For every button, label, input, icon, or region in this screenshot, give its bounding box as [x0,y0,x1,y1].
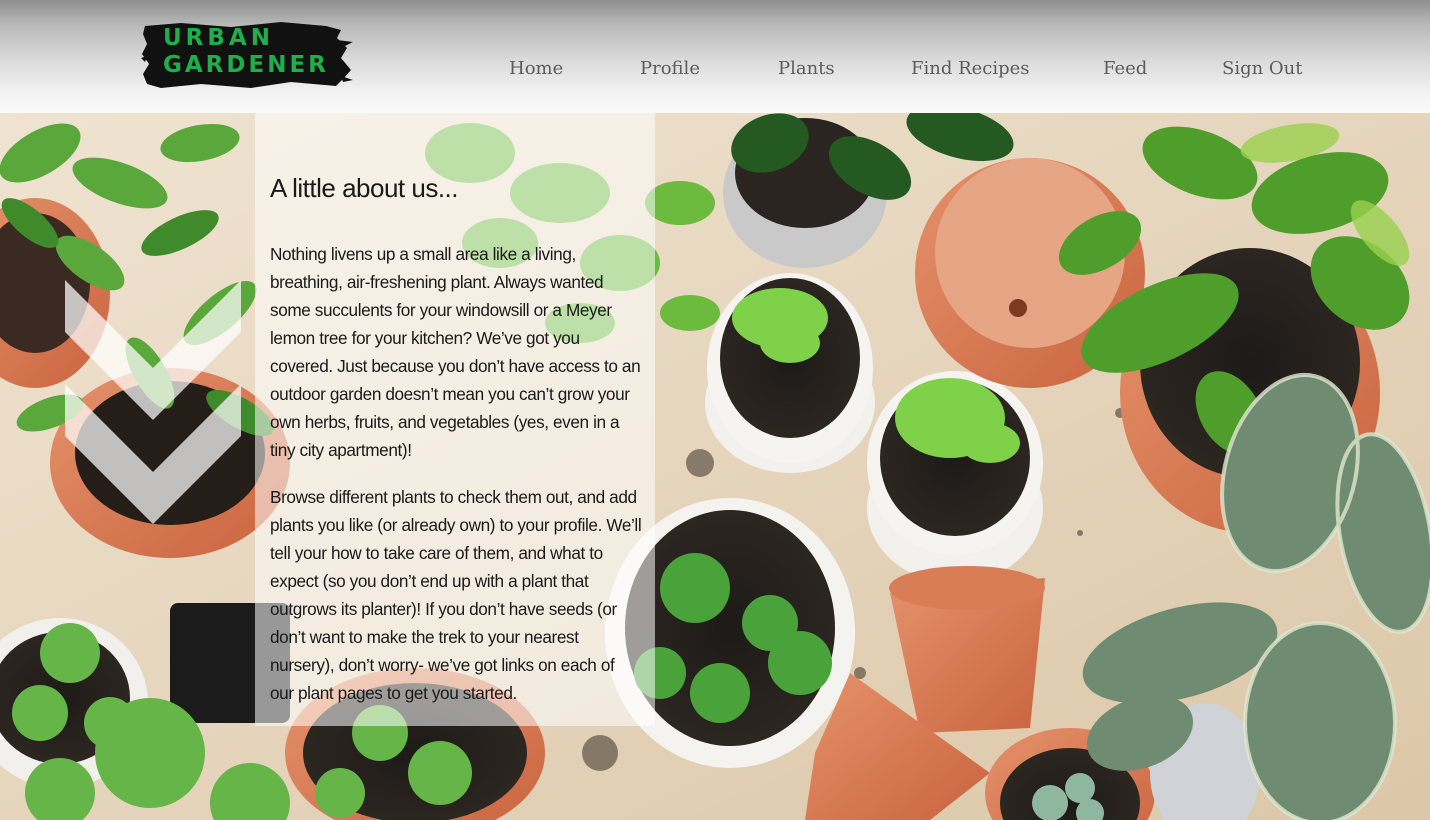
main-nav: Home Profile Plants Find Recipes Feed Si… [0,58,1430,82]
chevron-down-double-icon[interactable] [65,280,241,537]
nav-home[interactable]: Home [509,58,563,79]
about-paragraph-1: Nothing livens up a small area like a li… [270,244,641,460]
nav-find-recipes[interactable]: Find Recipes [911,58,1030,79]
hero-section: A little about us... Nothing livens up a… [0,113,1430,820]
logo-text-line1: URBAN [163,25,274,51]
nav-plants[interactable]: Plants [778,58,835,79]
nav-profile[interactable]: Profile [640,58,700,79]
nav-sign-out[interactable]: Sign Out [1222,58,1303,79]
site-header: URBAN GARDENER Home Profile Plants Find … [0,0,1430,113]
about-paragraph-2: Browse different plants to check them ou… [270,487,642,703]
about-title: A little about us... [270,173,459,203]
about-panel: A little about us... Nothing livens up a… [255,113,655,726]
nav-feed[interactable]: Feed [1103,58,1147,79]
